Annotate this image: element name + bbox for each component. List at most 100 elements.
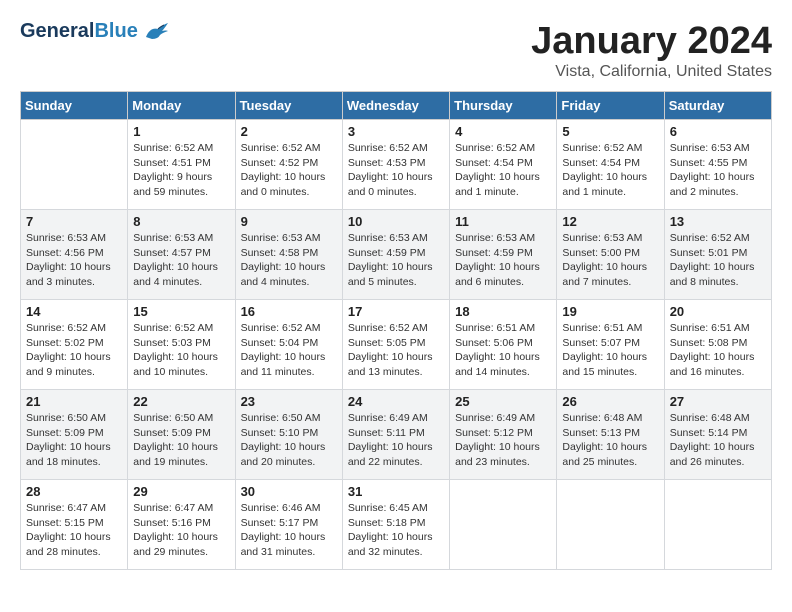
day-info: Sunrise: 6:53 AM Sunset: 4:58 PM Dayligh…	[241, 231, 337, 290]
table-row: 17 Sunrise: 6:52 AM Sunset: 5:05 PM Dayli…	[342, 300, 449, 390]
table-row: 2Sunrise: 6:52 AM Sunset: 4:52 PM Daylig…	[235, 120, 342, 210]
calendar-week-1: 1 Sunrise: 6:52 AM Sunset: 4:51 PM Daylig…	[21, 120, 772, 210]
table-row: 28 Sunrise: 6:47 AM Sunset: 5:15 PM Dayli…	[21, 480, 128, 570]
day-number: 25	[455, 394, 551, 409]
day-info: Sunrise: 6:53 AM Sunset: 4:57 PM Dayligh…	[133, 231, 229, 290]
calendar-week-3: 14 Sunrise: 6:52 AM Sunset: 5:02 PM Dayli…	[21, 300, 772, 390]
day-number: 5	[562, 124, 658, 139]
table-row: 3 Sunrise: 6:52 AM Sunset: 4:53 PM Daylig…	[342, 120, 449, 210]
calendar-header-row: SundayMondayTuesdayWednesdayThursdayFrid…	[21, 92, 772, 120]
table-row: 30 Sunrise: 6:46 AM Sunset: 5:17 PM Dayli…	[235, 480, 342, 570]
header-tuesday: Tuesday	[235, 92, 342, 120]
table-row: 7 Sunrise: 6:53 AM Sunset: 4:56 PM Daylig…	[21, 210, 128, 300]
table-row: 21Sunrise: 6:50 AM Sunset: 5:09 PM Dayli…	[21, 390, 128, 480]
title-area: January 2024 Vista, California, United S…	[531, 20, 772, 81]
day-number: 26	[562, 394, 658, 409]
table-row: 14 Sunrise: 6:52 AM Sunset: 5:02 PM Dayli…	[21, 300, 128, 390]
day-info: Sunrise: 6:51 AM Sunset: 5:08 PM Dayligh…	[670, 321, 766, 380]
table-row	[664, 480, 771, 570]
table-row: 10 Sunrise: 6:53 AM Sunset: 4:59 PM Dayli…	[342, 210, 449, 300]
table-row: 16Sunrise: 6:52 AM Sunset: 5:04 PM Dayli…	[235, 300, 342, 390]
day-info: Sunrise: 6:51 AM Sunset: 5:06 PM Dayligh…	[455, 321, 551, 380]
day-info: Sunrise: 6:53 AM Sunset: 4:56 PM Dayligh…	[26, 231, 122, 290]
table-row: 1 Sunrise: 6:52 AM Sunset: 4:51 PM Daylig…	[128, 120, 235, 210]
day-number: 14	[26, 304, 122, 319]
day-number: 28	[26, 484, 122, 499]
day-number: 12	[562, 214, 658, 229]
logo-bird-icon	[142, 21, 170, 43]
day-number: 9	[241, 214, 337, 229]
day-number: 19	[562, 304, 658, 319]
day-info: Sunrise: 6:50 AM Sunset: 5:09 PM Dayligh…	[133, 411, 229, 470]
day-info: Sunrise: 6:48 AM Sunset: 5:13 PM Dayligh…	[562, 411, 658, 470]
table-row: 22 Sunrise: 6:50 AM Sunset: 5:09 PM Dayli…	[128, 390, 235, 480]
location: Vista, California, United States	[531, 63, 772, 81]
table-row: 9 Sunrise: 6:53 AM Sunset: 4:58 PM Daylig…	[235, 210, 342, 300]
day-info: Sunrise: 6:52 AM Sunset: 4:51 PM Dayligh…	[133, 141, 229, 200]
day-number: 1	[133, 124, 229, 139]
table-row: 23 Sunrise: 6:50 AM Sunset: 5:10 PM Dayli…	[235, 390, 342, 480]
header-saturday: Saturday	[664, 92, 771, 120]
day-info: Sunrise: 6:53 AM Sunset: 4:55 PM Dayligh…	[670, 141, 766, 200]
table-row: 19 Sunrise: 6:51 AM Sunset: 5:07 PM Dayli…	[557, 300, 664, 390]
calendar-table: SundayMondayTuesdayWednesdayThursdayFrid…	[20, 91, 772, 570]
day-number: 23	[241, 394, 337, 409]
header-thursday: Thursday	[450, 92, 557, 120]
table-row	[450, 480, 557, 570]
table-row	[557, 480, 664, 570]
day-info: Sunrise: 6:49 AM Sunset: 5:12 PM Dayligh…	[455, 411, 551, 470]
day-info: Sunrise: 6:47 AM Sunset: 5:16 PM Dayligh…	[133, 501, 229, 560]
day-info: Sunrise: 6:50 AM Sunset: 5:10 PM Dayligh…	[241, 411, 337, 470]
day-info: Sunrise: 6:46 AM Sunset: 5:17 PM Dayligh…	[241, 501, 337, 560]
day-info: Sunrise: 6:52 AM Sunset: 5:04 PM Dayligh…	[241, 321, 337, 380]
day-number: 18	[455, 304, 551, 319]
table-row: 5 Sunrise: 6:52 AM Sunset: 4:54 PM Daylig…	[557, 120, 664, 210]
day-info: Sunrise: 6:52 AM Sunset: 5:05 PM Dayligh…	[348, 321, 444, 380]
table-row: 24Sunrise: 6:49 AM Sunset: 5:11 PM Dayli…	[342, 390, 449, 480]
day-info: Sunrise: 6:52 AM Sunset: 5:02 PM Dayligh…	[26, 321, 122, 380]
calendar-week-5: 28 Sunrise: 6:47 AM Sunset: 5:15 PM Dayli…	[21, 480, 772, 570]
header-wednesday: Wednesday	[342, 92, 449, 120]
day-info: Sunrise: 6:52 AM Sunset: 5:03 PM Dayligh…	[133, 321, 229, 380]
day-info: Sunrise: 6:53 AM Sunset: 4:59 PM Dayligh…	[455, 231, 551, 290]
table-row: 8 Sunrise: 6:53 AM Sunset: 4:57 PM Daylig…	[128, 210, 235, 300]
day-number: 17	[348, 304, 444, 319]
header-sunday: Sunday	[21, 92, 128, 120]
table-row: 31 Sunrise: 6:45 AM Sunset: 5:18 PM Dayli…	[342, 480, 449, 570]
day-info: Sunrise: 6:52 AM Sunset: 4:54 PM Dayligh…	[455, 141, 551, 200]
day-info: Sunrise: 6:51 AM Sunset: 5:07 PM Dayligh…	[562, 321, 658, 380]
day-number: 2	[241, 124, 337, 139]
day-number: 6	[670, 124, 766, 139]
day-info: Sunrise: 6:50 AM Sunset: 5:09 PM Dayligh…	[26, 411, 122, 470]
day-number: 31	[348, 484, 444, 499]
header-friday: Friday	[557, 92, 664, 120]
calendar-week-4: 21Sunrise: 6:50 AM Sunset: 5:09 PM Dayli…	[21, 390, 772, 480]
table-row	[21, 120, 128, 210]
table-row: 12 Sunrise: 6:53 AM Sunset: 5:00 PM Dayli…	[557, 210, 664, 300]
table-row: 27Sunrise: 6:48 AM Sunset: 5:14 PM Dayli…	[664, 390, 771, 480]
day-number: 27	[670, 394, 766, 409]
day-number: 29	[133, 484, 229, 499]
day-info: Sunrise: 6:52 AM Sunset: 4:53 PM Dayligh…	[348, 141, 444, 200]
day-info: Sunrise: 6:52 AM Sunset: 4:54 PM Dayligh…	[562, 141, 658, 200]
day-number: 3	[348, 124, 444, 139]
day-number: 30	[241, 484, 337, 499]
table-row: 18 Sunrise: 6:51 AM Sunset: 5:06 PM Dayli…	[450, 300, 557, 390]
calendar-week-2: 7 Sunrise: 6:53 AM Sunset: 4:56 PM Daylig…	[21, 210, 772, 300]
day-number: 13	[670, 214, 766, 229]
table-row: 4Sunrise: 6:52 AM Sunset: 4:54 PM Daylig…	[450, 120, 557, 210]
day-number: 7	[26, 214, 122, 229]
day-info: Sunrise: 6:53 AM Sunset: 4:59 PM Dayligh…	[348, 231, 444, 290]
day-number: 15	[133, 304, 229, 319]
day-info: Sunrise: 6:53 AM Sunset: 5:00 PM Dayligh…	[562, 231, 658, 290]
header: GeneralBlue January 2024 Vista, Californ…	[20, 20, 772, 81]
day-info: Sunrise: 6:45 AM Sunset: 5:18 PM Dayligh…	[348, 501, 444, 560]
day-number: 8	[133, 214, 229, 229]
day-number: 10	[348, 214, 444, 229]
day-number: 11	[455, 214, 551, 229]
day-info: Sunrise: 6:49 AM Sunset: 5:11 PM Dayligh…	[348, 411, 444, 470]
table-row: 11 Sunrise: 6:53 AM Sunset: 4:59 PM Dayli…	[450, 210, 557, 300]
table-row: 26 Sunrise: 6:48 AM Sunset: 5:13 PM Dayli…	[557, 390, 664, 480]
day-number: 22	[133, 394, 229, 409]
day-info: Sunrise: 6:47 AM Sunset: 5:15 PM Dayligh…	[26, 501, 122, 560]
